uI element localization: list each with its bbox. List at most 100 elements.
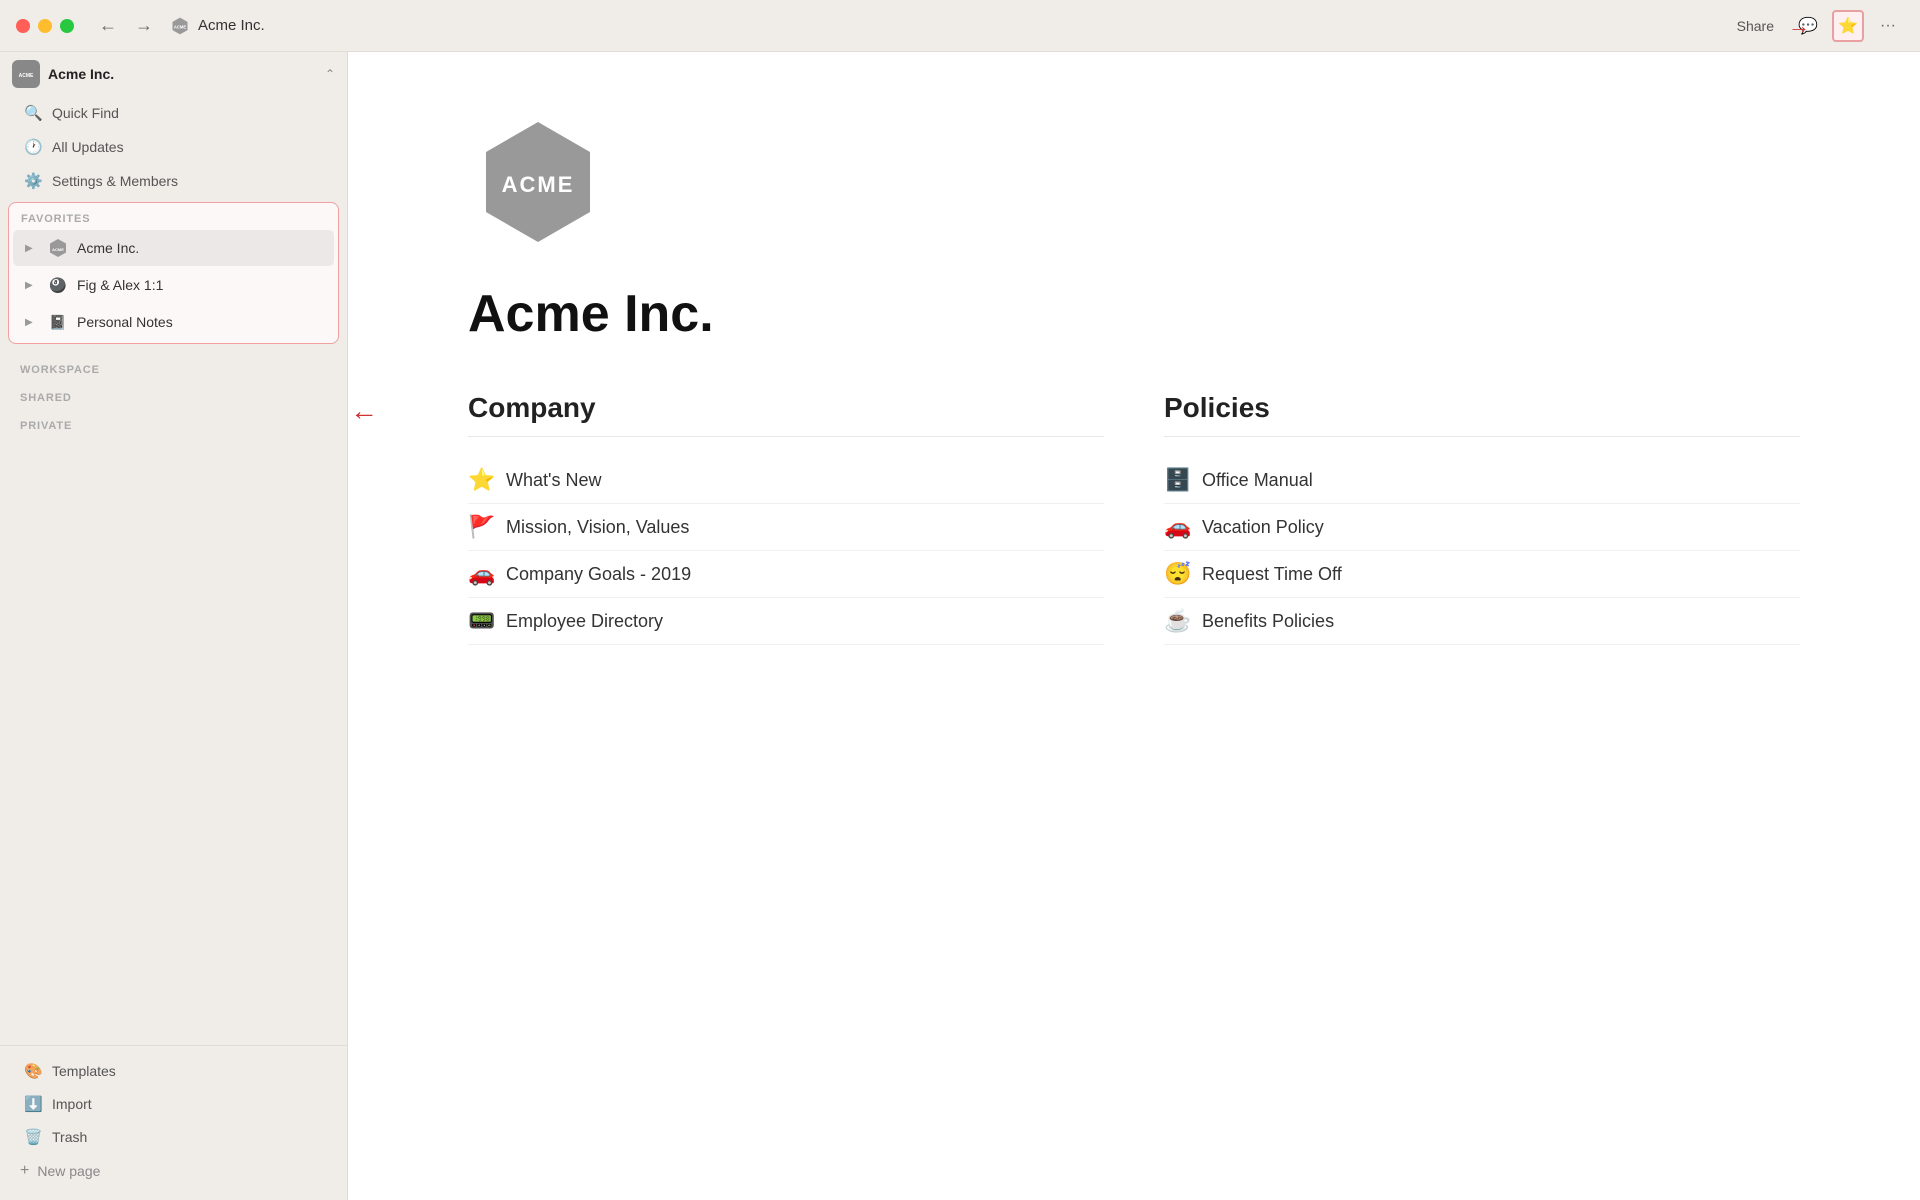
minimize-button[interactable] [38, 19, 52, 33]
policies-column: Policies 🗄️ Office Manual 🚗 Vacation Pol… [1164, 392, 1800, 645]
workspace-header[interactable]: ACME Acme Inc. ⌃ [0, 52, 347, 96]
sidebar-item-fig-alex[interactable]: ▶ 🎱 Fig & Alex 1:1 [13, 267, 334, 303]
favorites-label: FAVORITES [9, 205, 338, 229]
fig-alex-icon: 🎱 [47, 274, 69, 296]
vacation-policy-icon: 🚗 [1164, 514, 1192, 540]
svg-text:ACME: ACME [502, 172, 575, 197]
company-column: Company ⭐ What's New 🚩 Mission, Vision, … [468, 392, 1104, 645]
all-updates-label: All Updates [52, 139, 124, 155]
header-actions: Share 💬 → ⭐ ··· [1727, 10, 1904, 42]
chevron-right-icon-3: ▶ [25, 317, 39, 328]
sidebar-item-quick-find[interactable]: 🔍 Quick Find [8, 97, 339, 129]
employee-directory-icon: 📟 [468, 608, 496, 634]
sidebar-item-templates[interactable]: 🎨 Templates [8, 1055, 339, 1087]
workspace-chevron-icon: ⌃ [325, 67, 335, 81]
trash-label: Trash [52, 1129, 87, 1145]
vacation-policy-text: Vacation Policy [1202, 517, 1324, 538]
sidebar-item-trash[interactable]: 🗑️ Trash [8, 1121, 339, 1153]
request-time-off-link[interactable]: 😴 Request Time Off [1164, 551, 1800, 598]
sidebar-item-import[interactable]: ⬇️ Import [8, 1088, 339, 1120]
templates-icon: 🎨 [24, 1062, 42, 1080]
templates-label: Templates [52, 1063, 116, 1079]
search-icon: 🔍 [24, 104, 42, 122]
benefits-policies-icon: ☕ [1164, 608, 1192, 634]
personal-notes-icon: 📓 [47, 311, 69, 333]
mission-text: Mission, Vision, Values [506, 517, 689, 538]
svg-text:ACME: ACME [174, 24, 186, 29]
plus-icon: + [20, 1162, 29, 1180]
sidebar-item-settings[interactable]: ⚙️ Settings & Members [8, 165, 339, 197]
page-title: Acme Inc. [198, 17, 265, 34]
star-icon: ⭐ [1838, 16, 1858, 36]
nav-buttons: ← → [94, 12, 158, 40]
office-manual-text: Office Manual [1202, 470, 1313, 491]
close-button[interactable] [16, 19, 30, 33]
vacation-policy-link[interactable]: 🚗 Vacation Policy [1164, 504, 1800, 551]
whats-new-link[interactable]: ⭐ What's New [468, 457, 1104, 504]
chevron-right-icon: ▶ [25, 243, 39, 254]
employee-directory-link[interactable]: 📟 Employee Directory [468, 598, 1104, 645]
content-area: ACME Acme Inc. Company ⭐ What's New 🚩 [348, 52, 1920, 1200]
clock-icon: 🕐 [24, 138, 42, 156]
private-section-label: PRIVATE [0, 408, 347, 436]
company-column-title: Company [468, 392, 1104, 437]
favorites-section: FAVORITES ▶ ACME Acme Inc. ▶ 🎱 Fig [8, 202, 339, 344]
acme-item-label: Acme Inc. [77, 240, 322, 256]
star-button[interactable]: ⭐ [1832, 10, 1864, 42]
mission-icon: 🚩 [468, 514, 496, 540]
workspace-section-label: WORKSPACE [0, 352, 347, 380]
gear-icon: ⚙️ [24, 172, 42, 190]
more-button[interactable]: ··· [1872, 10, 1904, 42]
office-manual-link[interactable]: 🗄️ Office Manual [1164, 457, 1800, 504]
maximize-button[interactable] [60, 19, 74, 33]
whats-new-text: What's New [506, 470, 601, 491]
sidebar-item-all-updates[interactable]: 🕐 All Updates [8, 131, 339, 163]
page-header: ACME Acme Inc. [170, 16, 1727, 36]
personal-notes-label: Personal Notes [77, 314, 322, 330]
sidebar-item-personal-notes[interactable]: ▶ 📓 Personal Notes [13, 304, 334, 340]
workspace-icon: ACME [12, 60, 40, 88]
whats-new-icon: ⭐ [468, 467, 496, 493]
mission-link[interactable]: 🚩 Mission, Vision, Values [468, 504, 1104, 551]
new-page-button[interactable]: + New page [0, 1154, 347, 1188]
chevron-right-icon-2: ▶ [25, 280, 39, 291]
sidebar: ACME Acme Inc. ⌃ 🔍 Quick Find 🕐 All Upda… [0, 52, 348, 1200]
traffic-lights [16, 19, 74, 33]
trash-icon: 🗑️ [24, 1128, 42, 1146]
workspace-sections: WORKSPACE SHARED PRIVATE [0, 348, 347, 440]
forward-button[interactable]: → [130, 12, 158, 40]
arrow-indicator: → [1788, 13, 1810, 39]
shared-section-label: SHARED [0, 380, 347, 408]
acme-icon: ACME [47, 237, 69, 259]
request-time-off-icon: 😴 [1164, 561, 1192, 587]
policies-column-title: Policies [1164, 392, 1800, 437]
sidebar-bottom: 🎨 Templates ⬇️ Import 🗑️ Trash [0, 1045, 347, 1154]
titlebar: ← → ACME Acme Inc. Share 💬 → ⭐ ··· [0, 0, 1920, 52]
page-icon: ACME [170, 16, 190, 36]
sidebar-item-acme[interactable]: ▶ ACME Acme Inc. [13, 230, 334, 266]
page-main-title: Acme Inc. [468, 284, 1800, 344]
back-button[interactable]: ← [94, 12, 122, 40]
page-logo: ACME [468, 112, 608, 252]
svg-text:ACME: ACME [19, 73, 34, 79]
svg-text:ACME: ACME [52, 247, 64, 252]
import-icon: ⬇️ [24, 1095, 42, 1113]
acme-logo-svg: ACME [468, 112, 608, 252]
office-manual-icon: 🗄️ [1164, 467, 1192, 493]
ellipsis-icon: ··· [1880, 17, 1896, 35]
fig-alex-label: Fig & Alex 1:1 [77, 277, 322, 293]
company-goals-link[interactable]: 🚗 Company Goals - 2019 [468, 551, 1104, 598]
company-goals-text: Company Goals - 2019 [506, 564, 691, 585]
workspace-name: Acme Inc. [48, 66, 317, 82]
company-goals-icon: 🚗 [468, 561, 496, 587]
import-label: Import [52, 1096, 92, 1112]
settings-label: Settings & Members [52, 173, 178, 189]
request-time-off-text: Request Time Off [1202, 564, 1342, 585]
employee-directory-text: Employee Directory [506, 611, 663, 632]
new-page-label: New page [37, 1163, 100, 1179]
benefits-policies-link[interactable]: ☕ Benefits Policies [1164, 598, 1800, 645]
content-columns: Company ⭐ What's New 🚩 Mission, Vision, … [468, 392, 1800, 645]
benefits-policies-text: Benefits Policies [1202, 611, 1334, 632]
share-button[interactable]: Share [1727, 14, 1784, 38]
quick-find-label: Quick Find [52, 105, 119, 121]
